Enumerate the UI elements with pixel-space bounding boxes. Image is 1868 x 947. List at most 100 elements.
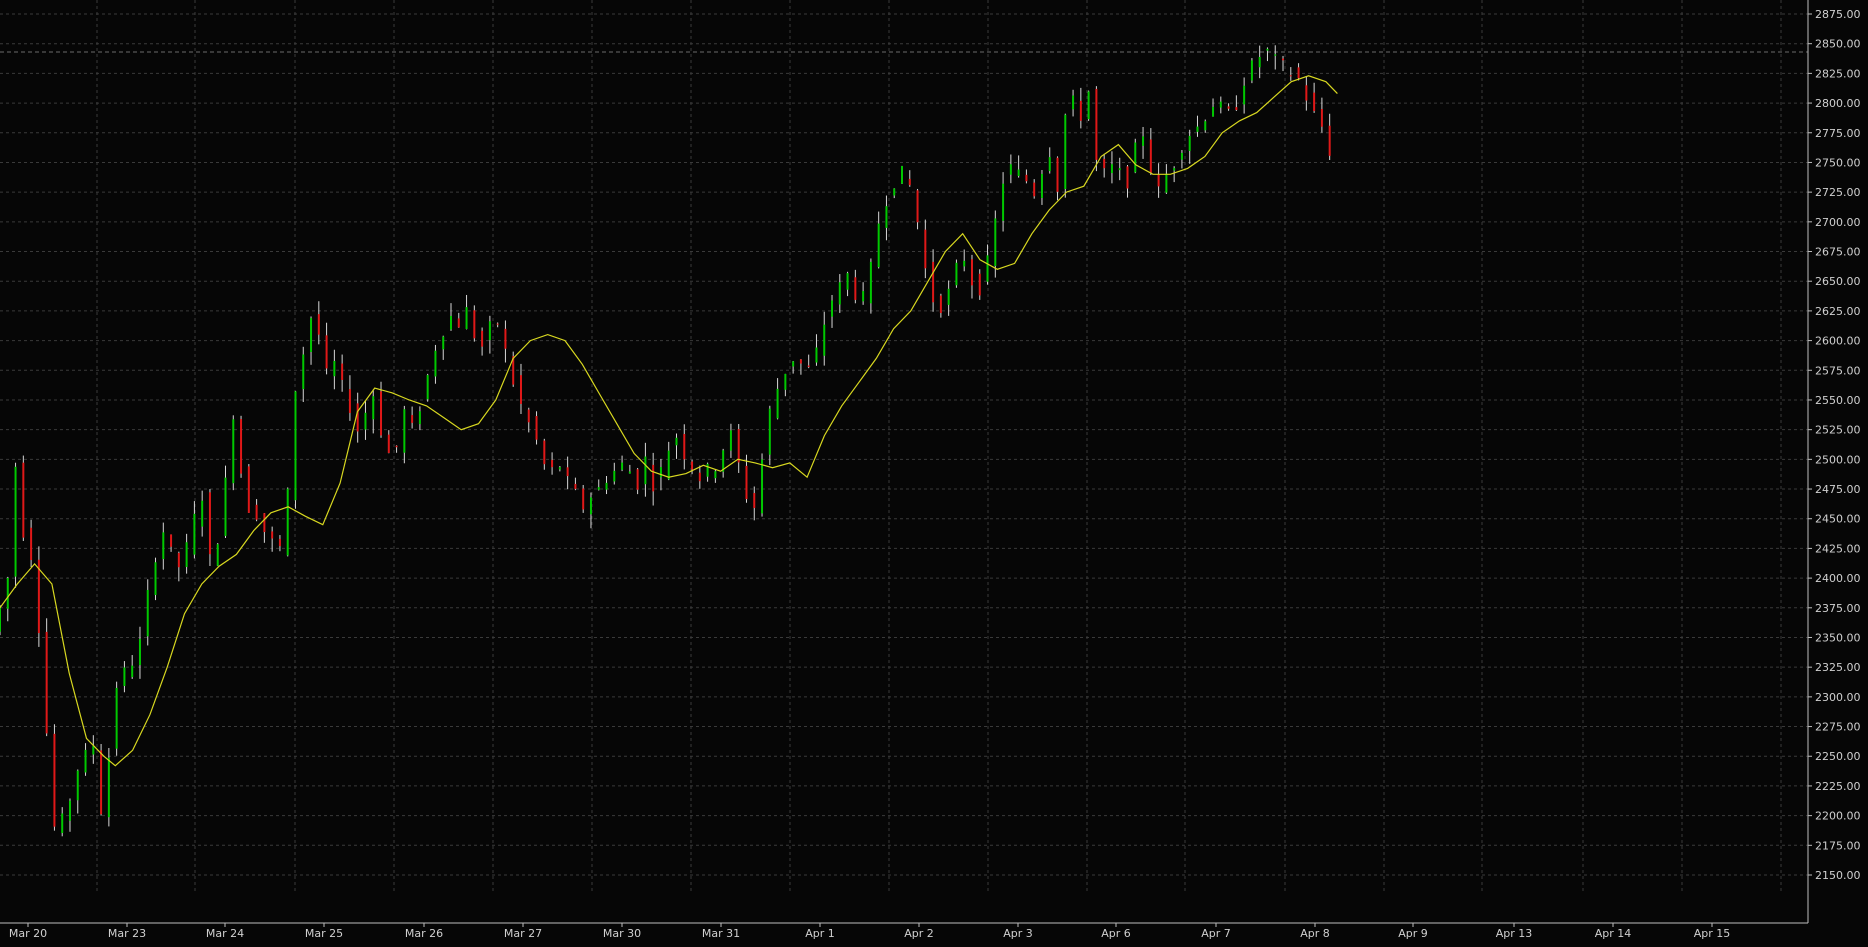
bar-body [683, 434, 686, 460]
x-tick-label: Mar 20 [9, 927, 47, 940]
bar-body [908, 178, 911, 186]
bar-body [1250, 60, 1253, 81]
x-tick-label: Apr 3 [1003, 927, 1033, 940]
bar-body [1289, 75, 1292, 77]
bar-body [131, 665, 134, 678]
y-tick-label: 2850.00 [1815, 38, 1861, 51]
bar-body [1033, 182, 1036, 197]
bar-body [1157, 174, 1160, 187]
y-tick-label: 2450.00 [1815, 513, 1861, 526]
bar-body [216, 544, 219, 566]
bar-body [924, 229, 927, 269]
bar-body [1048, 157, 1051, 172]
bar-body [6, 577, 9, 609]
bar-body [22, 462, 25, 538]
bar-body [1040, 173, 1043, 198]
bar-body [1142, 136, 1145, 146]
bar-body [1002, 183, 1005, 221]
x-tick-label: Apr 15 [1694, 927, 1731, 940]
x-tick-label: Apr 7 [1201, 927, 1231, 940]
y-tick-label: 2200.00 [1815, 810, 1861, 823]
bar-body [68, 800, 71, 821]
bar-body [963, 260, 966, 267]
y-tick-label: 2375.00 [1815, 602, 1861, 615]
bar-body [869, 261, 872, 304]
bar-body [380, 391, 383, 436]
bar-body [1064, 114, 1067, 190]
bar-body [1282, 58, 1285, 61]
bar-body [286, 488, 289, 556]
bar-body [729, 430, 732, 451]
y-tick-label: 2225.00 [1815, 780, 1861, 793]
bar-body [1134, 142, 1137, 173]
bar-body [146, 589, 149, 637]
bar-body [1297, 67, 1300, 79]
bar-body [1126, 166, 1129, 189]
bar-body [1274, 54, 1277, 56]
y-tick-label: 2500.00 [1815, 453, 1861, 466]
y-tick-label: 2800.00 [1815, 97, 1861, 110]
bar-body [1235, 107, 1238, 111]
bar-body [613, 470, 616, 482]
bar-body [403, 409, 406, 453]
bar-body [123, 667, 126, 687]
bar-body [504, 328, 507, 349]
bar-body [1313, 92, 1316, 112]
x-tick-label: Apr 9 [1398, 927, 1428, 940]
bar-body [333, 360, 336, 377]
bar-body [916, 190, 919, 223]
bar-body [1227, 106, 1230, 109]
bar-body [426, 375, 429, 400]
bar-body [768, 408, 771, 455]
bar-body [714, 471, 717, 479]
bar-body [1056, 157, 1059, 192]
bar-body [659, 467, 662, 478]
bar-body [815, 347, 818, 363]
bar-body [1305, 85, 1308, 101]
y-tick-label: 2675.00 [1815, 246, 1861, 259]
y-tick-label: 2725.00 [1815, 186, 1861, 199]
bar-body [636, 469, 639, 490]
bar-body [1149, 139, 1152, 174]
bar-body [107, 757, 110, 818]
bar-body [667, 450, 670, 480]
bar-body [551, 459, 554, 468]
bar-body [395, 445, 398, 448]
bar-body [527, 409, 530, 423]
bar-body [838, 282, 841, 305]
bar-body [310, 318, 313, 352]
bar-body [232, 419, 235, 484]
bar-body [92, 745, 95, 755]
bar-body [387, 434, 390, 453]
chart-background [0, 0, 1868, 947]
bar-body [970, 259, 973, 286]
bar-body [115, 687, 118, 749]
bar-body [14, 466, 17, 577]
price-chart[interactable]: 2150.00 2175.00 2200.00 2225.00 2250.00 2275.… [0, 0, 1868, 947]
bar-body [582, 488, 585, 510]
bar-body [247, 466, 250, 513]
y-tick-label: 2175.00 [1815, 839, 1861, 852]
bar-body [442, 336, 445, 350]
bar-body [255, 504, 258, 520]
bar-body [465, 307, 468, 329]
bar-body [644, 456, 647, 485]
bar-body [1110, 164, 1113, 174]
bar-body [1165, 173, 1168, 193]
bar-body [862, 291, 865, 302]
bar-body [691, 461, 694, 470]
bar-body [574, 483, 577, 489]
bar-body [628, 471, 631, 474]
bar-body [488, 321, 491, 341]
bar-body [1212, 106, 1215, 117]
bar-body [519, 375, 522, 404]
chart-container: 2150.00 2175.00 2200.00 2225.00 2250.00 2275.… [0, 0, 1868, 947]
bar-body [154, 562, 157, 596]
y-tick-label: 2875.00 [1815, 8, 1861, 21]
y-tick-label: 2650.00 [1815, 275, 1861, 288]
bar-body [1243, 85, 1246, 105]
bar-body [185, 542, 188, 567]
y-tick-label: 2700.00 [1815, 216, 1861, 229]
bar-body [162, 532, 165, 560]
bar-body [799, 359, 802, 364]
